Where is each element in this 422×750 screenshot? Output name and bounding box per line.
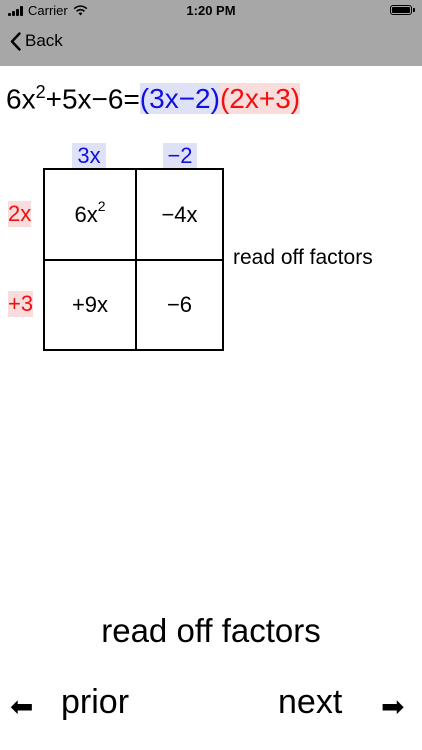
- prior-button[interactable]: prior: [61, 683, 129, 722]
- status-bar: Carrier 1:20 PM: [0, 0, 422, 22]
- cell-term: 6x: [74, 201, 98, 227]
- factored-equation: 6x2+5x−6=(3x−2)(2x+3): [6, 82, 301, 115]
- grid-cell: −6: [166, 292, 193, 317]
- side-note: read off factors: [233, 246, 373, 269]
- row-header-1: 2x: [8, 201, 32, 227]
- clock: 1:20 PM: [186, 3, 236, 18]
- chevron-left-icon: [10, 31, 21, 51]
- cell-exponent: 2: [97, 197, 106, 214]
- grid-cell: 6x 2: [45, 170, 135, 259]
- right-arrow-icon[interactable]: ➡: [381, 690, 404, 723]
- battery-icon: [390, 5, 415, 15]
- back-button[interactable]: Back: [10, 31, 63, 51]
- back-label: Back: [25, 31, 63, 50]
- lhs-exponent: 2: [35, 82, 46, 102]
- nav-bar: Carrier 1:20 PM Back: [0, 0, 422, 66]
- lhs-rest: +5x−6=: [45, 83, 140, 115]
- left-arrow-icon[interactable]: ⬅: [10, 690, 33, 723]
- factor-2: (2x+3): [219, 83, 301, 115]
- row-header-2: +3: [8, 291, 34, 317]
- lhs-term-a: 6x: [6, 83, 36, 115]
- area-model-grid: 6x 2 −4x +9x −6: [43, 168, 224, 351]
- grid-cell: −4x: [161, 201, 198, 227]
- column-header-2: −2: [163, 143, 197, 169]
- grid-cell: +9x: [71, 292, 109, 317]
- next-button[interactable]: next: [278, 683, 342, 722]
- step-caption: read off factors: [101, 612, 321, 649]
- factor-1: (3x−2): [139, 83, 220, 115]
- column-header-1: 3x: [72, 143, 106, 169]
